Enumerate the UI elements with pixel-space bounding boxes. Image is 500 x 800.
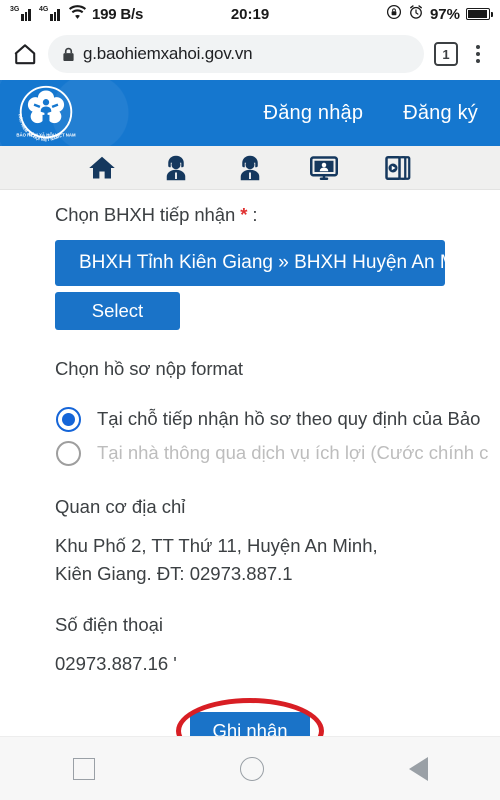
required-marker: *: [240, 204, 248, 225]
url-bar[interactable]: g.baohiemxahoi.gov.vn: [48, 35, 424, 73]
site-header: BẢO HIỂM XÃ HỘI VIỆT NAM BẢO HIỂM XÃ HỘI…: [0, 80, 500, 146]
signal-4g-icon: 4G: [39, 5, 63, 21]
wifi-icon: [68, 4, 87, 24]
home-icon[interactable]: [12, 41, 38, 67]
recents-square-icon[interactable]: [72, 757, 95, 780]
label-colon: :: [252, 204, 258, 225]
address-label: Quan cơ địa chỉ: [55, 496, 186, 517]
overflow-menu-icon[interactable]: [468, 45, 488, 63]
phone-label: Số điện thoại: [55, 614, 164, 635]
tab-count-button[interactable]: 1: [434, 42, 458, 66]
radio-label-onsite: Tại chỗ tiếp nhận hồ sơ theo quy định củ…: [97, 408, 481, 429]
nav-monitor-person-icon[interactable]: [309, 153, 339, 183]
nav-home-icon[interactable]: [87, 153, 117, 183]
url-text: g.baohiemxahoi.gov.vn: [83, 44, 253, 63]
network-speed: 199 B/s: [92, 5, 144, 23]
agency-value-text: BHXH Tỉnh Kiên Giang » BHXH Huyện An M: [79, 252, 445, 273]
tab-count-label: 1: [442, 46, 450, 62]
signal-3g-label: 3G: [10, 5, 20, 13]
agency-label-text: Chọn BHXH tiếp nhận: [55, 204, 236, 225]
svg-text:BẢO HIỂM XÃ HỘI VIỆT NAM: BẢO HIỂM XÃ HỘI VIỆT NAM: [16, 132, 76, 137]
radio-option-athome[interactable]: Tại nhà thông qua dịch vụ ích lợi (Cước …: [0, 436, 500, 470]
nav-support-agent-icon-1[interactable]: [161, 153, 191, 183]
status-bar: 3G 4G 199 B/s 20:19 97%: [0, 0, 500, 28]
login-link[interactable]: Đăng nhập: [264, 102, 364, 125]
browser-toolbar: g.baohiemxahoi.gov.vn 1: [0, 28, 500, 80]
nav-media-book-icon[interactable]: [383, 153, 413, 183]
phone-screen: 3G 4G 199 B/s 20:19 97% g.baohiemxahoi.g…: [0, 0, 500, 800]
battery-percent: 97%: [429, 5, 460, 23]
format-field-label: Chọn hồ sơ nộp format: [55, 358, 243, 379]
status-bar-right: 97%: [386, 4, 493, 24]
signal-3g-icon: 3G: [10, 5, 34, 21]
select-button-label: Select: [91, 300, 144, 321]
android-navigation-bar: [0, 736, 500, 800]
form-page: Chọn BHXH tiếp nhận * : BHXH Tỉnh Kiên G…: [0, 190, 500, 764]
agency-selected-value[interactable]: BHXH Tỉnh Kiên Giang » BHXH Huyện An M: [55, 240, 445, 286]
signal-4g-label: 4G: [39, 5, 49, 13]
format-radio-group: Tại chỗ tiếp nhận hồ sơ theo quy định củ…: [0, 402, 500, 470]
nav-support-agent-icon-2[interactable]: [235, 153, 265, 183]
lock-icon: [62, 47, 75, 62]
header-nav-links: Đăng nhập Đăng ký: [264, 102, 500, 125]
icon-nav-bar: [0, 146, 500, 190]
back-triangle-icon[interactable]: [408, 756, 428, 781]
phone-value: 02973.887.16 ': [55, 653, 177, 674]
alarm-clock-icon: [408, 4, 424, 24]
home-circle-icon[interactable]: [239, 756, 264, 781]
radio-option-onsite[interactable]: Tại chỗ tiếp nhận hồ sơ theo quy định củ…: [0, 402, 500, 436]
radio-label-athome: Tại nhà thông qua dịch vụ ích lợi (Cước …: [97, 442, 489, 463]
bhxh-vietnam-logo: BẢO HIỂM XÃ HỘI VIỆT NAM BẢO HIỂM XÃ HỘI…: [8, 83, 84, 143]
select-button[interactable]: Select: [55, 292, 180, 330]
register-link[interactable]: Đăng ký: [403, 102, 478, 125]
rotation-lock-icon: [386, 4, 402, 24]
address-value: Khu Phố 2, TT Thứ 11, Huyện An Minh, Kiê…: [55, 535, 378, 584]
radio-button-onsite[interactable]: [56, 406, 81, 432]
agency-field-label: Chọn BHXH tiếp nhận * :: [0, 204, 500, 226]
battery-icon: [466, 8, 493, 20]
status-bar-left: 3G 4G 199 B/s: [10, 4, 386, 24]
radio-button-athome[interactable]: [56, 440, 81, 466]
